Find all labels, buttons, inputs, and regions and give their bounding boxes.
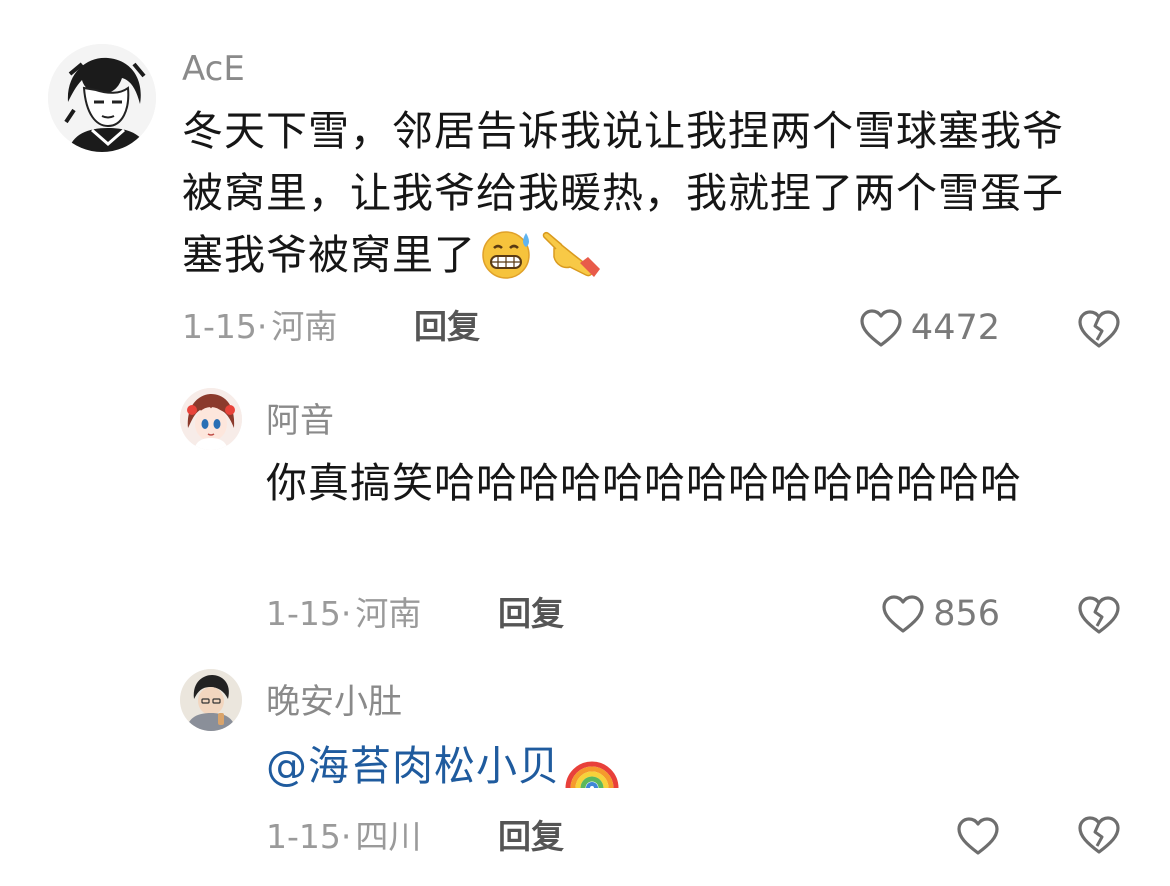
like-button[interactable]: 4472 (800, 305, 1000, 351)
username[interactable]: 晚安小肚 (266, 682, 402, 722)
heart-outline-icon (882, 595, 924, 633)
mention-link[interactable]: @海苔肉松小贝 (266, 742, 560, 790)
meta-separator: · (256, 307, 268, 346)
meta-separator: · (340, 594, 352, 633)
reply-button[interactable]: 回复 (498, 817, 564, 857)
comment-date: 1-15 (266, 594, 341, 633)
username[interactable]: AcE (182, 49, 245, 89)
like-count: 856 (933, 594, 1000, 634)
broken-heart-icon[interactable] (1077, 815, 1121, 855)
username[interactable]: 阿音 (266, 401, 334, 441)
comment-text: 冬天下雪，邻居告诉我说让我捏两个雪球塞我爷被窝里，让我爷给我暖热，我就捏了两个雪… (182, 100, 1100, 296)
pointing-hand-emoji (540, 229, 600, 296)
heart-outline-icon (957, 817, 999, 855)
like-button[interactable]: 856 (800, 591, 1000, 637)
avatar[interactable] (180, 388, 242, 450)
meta-separator: · (340, 817, 352, 856)
comment-text: @海苔肉松小贝 (266, 735, 1100, 807)
comment-date: 1-15 (266, 817, 341, 856)
reply-button[interactable]: 回复 (414, 307, 480, 347)
comment-location: 河南 (271, 307, 338, 346)
like-count: 4472 (910, 308, 1000, 348)
comment-location: 四川 (355, 817, 422, 856)
broken-heart-icon[interactable] (1077, 595, 1121, 635)
comment-date: 1-15 (182, 307, 257, 346)
broken-heart-icon[interactable] (1077, 309, 1121, 349)
comment-text: 你真搞笑哈哈哈哈哈哈哈哈哈哈哈哈哈哈 (266, 459, 1022, 507)
comment-meta: 1-15· 河南 (266, 594, 421, 634)
avatar[interactable] (180, 669, 242, 731)
comment-meta: 1-15· 河南 (182, 307, 337, 347)
like-button[interactable] (900, 813, 1000, 859)
comment-meta: 1-15· 四川 (266, 817, 421, 857)
avatar[interactable] (48, 44, 156, 152)
comment-body: 冬天下雪，邻居告诉我说让我捏两个雪球塞我爷被窝里，让我爷给我暖热，我就捏了两个雪… (182, 107, 1064, 279)
heart-outline-icon (860, 309, 902, 347)
comment-location: 河南 (355, 594, 422, 633)
rainbow-emoji (564, 742, 620, 807)
grinning-sweat-emoji (480, 229, 536, 296)
reply-button[interactable]: 回复 (498, 594, 564, 634)
